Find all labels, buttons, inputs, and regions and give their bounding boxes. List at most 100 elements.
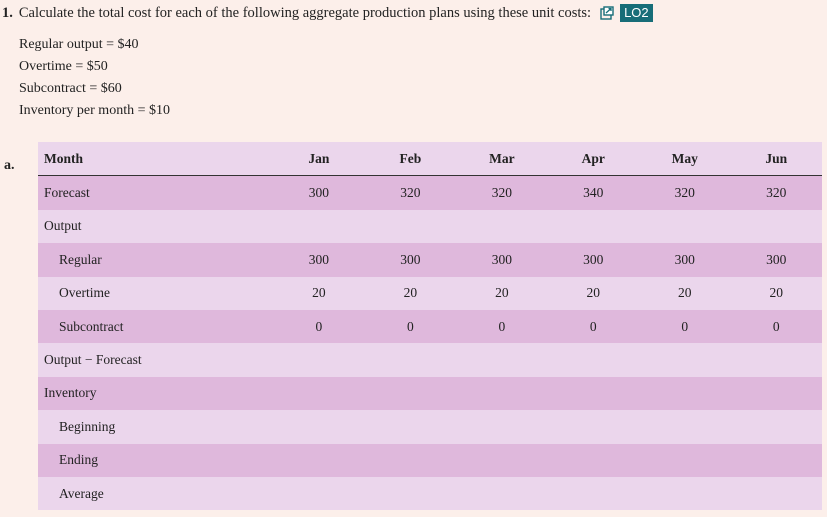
unit-cost-overtime: Overtime = $50 <box>19 59 108 74</box>
table-cell <box>730 343 822 377</box>
row-label: Average <box>38 476 274 511</box>
header-jun: Jun <box>730 142 822 177</box>
table-cell <box>273 443 365 477</box>
unit-cost-regular: Regular output = $40 <box>19 37 139 52</box>
table-cell <box>456 209 548 244</box>
table-cell <box>273 376 365 411</box>
production-plan-table: Month Jan Feb Mar Apr May Jun Forecast 30… <box>38 142 822 511</box>
table-cell: 320 <box>639 175 731 210</box>
table-cell: 320 <box>456 175 548 210</box>
table-cell <box>639 410 731 444</box>
table-cell: 20 <box>547 276 639 310</box>
unit-costs-list: Regular output = $40 Overtime = $50 Subc… <box>19 34 170 122</box>
table-header-row: Month Jan Feb Mar Apr May Jun <box>38 142 822 177</box>
question-heading: 1. Calculate the total cost for each of … <box>2 4 653 22</box>
row-label: Inventory <box>38 376 274 411</box>
table-cell <box>364 410 457 444</box>
table-cell: 320 <box>730 175 822 210</box>
table-cell: 300 <box>273 243 365 277</box>
row-label: Regular <box>38 243 274 277</box>
table-cell <box>364 209 457 244</box>
table-cell <box>456 476 548 511</box>
table-row: Beginning <box>38 410 822 444</box>
table-cell: 20 <box>273 276 365 310</box>
table-cell: 20 <box>639 276 731 310</box>
table-cell: 0 <box>639 309 731 344</box>
table-cell: 0 <box>547 309 639 344</box>
table-row: Output <box>38 209 822 244</box>
table-cell <box>547 476 639 511</box>
table-cell <box>364 343 457 377</box>
header-month: Month <box>38 142 274 177</box>
table-cell: 300 <box>364 243 457 277</box>
table-cell <box>730 476 822 511</box>
table-cell <box>639 209 731 244</box>
table-cell <box>730 209 822 244</box>
table-cell <box>456 343 548 377</box>
row-label: Forecast <box>38 175 274 210</box>
table-cell <box>456 410 548 444</box>
row-label: Ending <box>38 443 274 477</box>
table-cell: 20 <box>364 276 457 310</box>
table-cell <box>273 410 365 444</box>
learning-objective-badge[interactable]: LO2 <box>620 4 653 22</box>
table-row: Average <box>38 476 822 511</box>
table-cell <box>456 376 548 411</box>
table-cell: 300 <box>456 243 548 277</box>
table-cell <box>639 343 731 377</box>
table-cell <box>639 376 731 411</box>
table-cell: 20 <box>730 276 822 310</box>
table-cell <box>364 443 457 477</box>
header-mar: Mar <box>456 142 548 177</box>
header-apr: Apr <box>547 142 639 177</box>
table-row: Inventory <box>38 376 822 411</box>
table-cell: 0 <box>364 309 457 344</box>
row-label: Output − Forecast <box>38 343 274 377</box>
table-row: Output − Forecast <box>38 343 822 377</box>
table-row: Forecast 300 320 320 340 320 320 <box>38 175 822 210</box>
table-cell <box>730 410 822 444</box>
table-cell <box>547 209 639 244</box>
row-label: Overtime <box>38 276 274 310</box>
unit-cost-subcontract: Subcontract = $60 <box>19 81 122 96</box>
table-cell <box>547 343 639 377</box>
table-cell <box>364 476 457 511</box>
table-cell: 300 <box>730 243 822 277</box>
table-cell: 340 <box>547 175 639 210</box>
table-cell <box>273 476 365 511</box>
table-row: Overtime 20 20 20 20 20 20 <box>38 276 822 310</box>
table-cell <box>364 376 457 411</box>
table-cell <box>547 410 639 444</box>
external-link-icon[interactable] <box>600 6 614 20</box>
table-cell: 20 <box>456 276 548 310</box>
question-number: 1. <box>2 4 13 21</box>
table-row: Ending <box>38 443 822 477</box>
header-jan: Jan <box>273 142 365 177</box>
table-cell <box>456 443 548 477</box>
table-cell <box>639 476 731 511</box>
table-cell <box>273 209 365 244</box>
question-text: Calculate the total cost for each of the… <box>18 4 592 21</box>
table-row: Subcontract 0 0 0 0 0 0 <box>38 309 822 344</box>
table-cell: 300 <box>547 243 639 277</box>
table-cell: 320 <box>364 175 457 210</box>
table-cell <box>273 343 365 377</box>
table-cell <box>547 443 639 477</box>
table-cell <box>547 376 639 411</box>
part-label: a. <box>4 158 15 173</box>
table-cell: 0 <box>273 309 365 344</box>
table-cell: 0 <box>456 309 548 344</box>
table-row: Regular 300 300 300 300 300 300 <box>38 243 822 277</box>
table-cell: 0 <box>730 309 822 344</box>
table-cell: 300 <box>639 243 731 277</box>
unit-cost-inventory: Inventory per month = $10 <box>19 103 170 118</box>
row-label: Beginning <box>38 410 274 444</box>
table-cell <box>730 376 822 411</box>
row-label: Output <box>38 209 274 244</box>
table-cell <box>730 443 822 477</box>
header-feb: Feb <box>364 142 457 177</box>
table-cell: 300 <box>273 175 365 210</box>
header-may: May <box>639 142 731 177</box>
row-label: Subcontract <box>38 309 274 344</box>
table-cell <box>639 443 731 477</box>
